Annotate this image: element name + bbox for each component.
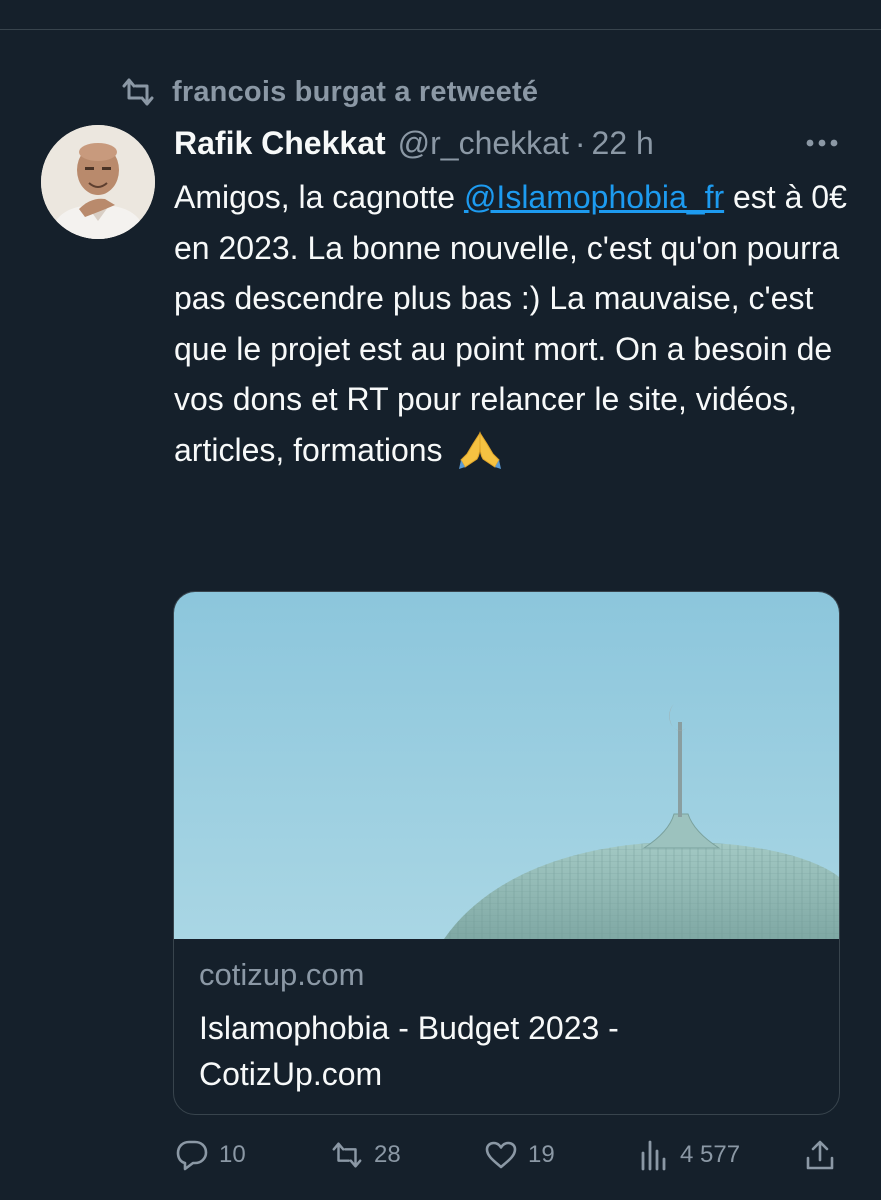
views-icon xyxy=(641,1140,666,1171)
author-name[interactable]: Rafik Chekkat xyxy=(174,125,386,162)
views-button[interactable]: 4 577 xyxy=(638,1130,740,1180)
tweet-header: Rafik Chekkat @r_chekkat · 22 h xyxy=(174,121,654,165)
link-preview-card[interactable]: cotizup.com Islamophobia - Budget 2023 -… xyxy=(173,591,840,1115)
card-image xyxy=(174,592,839,939)
retweet-context[interactable]: francois burgat a retweeté xyxy=(120,72,538,112)
avatar[interactable] xyxy=(41,125,155,239)
share-button[interactable] xyxy=(803,1130,847,1180)
like-button[interactable]: 19 xyxy=(484,1130,555,1180)
retweet-text[interactable]: francois burgat a retweeté xyxy=(172,76,538,109)
heart-icon xyxy=(485,1141,517,1169)
retweet-count: 28 xyxy=(374,1141,401,1168)
card-title: Islamophobia - Budget 2023 - CotizUp.com xyxy=(199,1010,619,1092)
tweet-actions: 10 28 19 4 577 xyxy=(0,1130,881,1180)
like-count: 19 xyxy=(528,1141,555,1168)
views-count: 4 577 xyxy=(680,1141,741,1168)
folded-hands-emoji xyxy=(459,430,502,469)
more-icon xyxy=(806,139,838,147)
top-divider xyxy=(0,29,881,30)
card-domain: cotizup.com xyxy=(199,957,365,992)
separator-dot: · xyxy=(574,124,586,161)
retweet-icon xyxy=(122,78,154,106)
mention-link[interactable]: @Islamophobia_fr xyxy=(464,179,724,215)
reply-count: 10 xyxy=(219,1141,246,1168)
retweet-button[interactable]: 28 xyxy=(330,1130,401,1180)
share-icon xyxy=(806,1140,834,1170)
tweet-text-part1: Amigos, la cagnotte xyxy=(174,179,456,215)
more-options-button[interactable] xyxy=(800,127,844,159)
tweet-text-part2: est à 0€ en 2023. La bonne nouvelle, c'e… xyxy=(174,179,847,468)
author-handle[interactable]: @r_chekkat xyxy=(398,125,569,162)
tweet-text: Amigos, la cagnotte @Islamophobia_fr est… xyxy=(174,172,864,475)
reply-icon xyxy=(176,1140,208,1171)
retweet-icon xyxy=(332,1142,362,1168)
reply-button[interactable]: 10 xyxy=(175,1130,246,1180)
tweet-timestamp[interactable]: 22 h xyxy=(592,125,654,162)
avatar-photo xyxy=(41,125,155,239)
